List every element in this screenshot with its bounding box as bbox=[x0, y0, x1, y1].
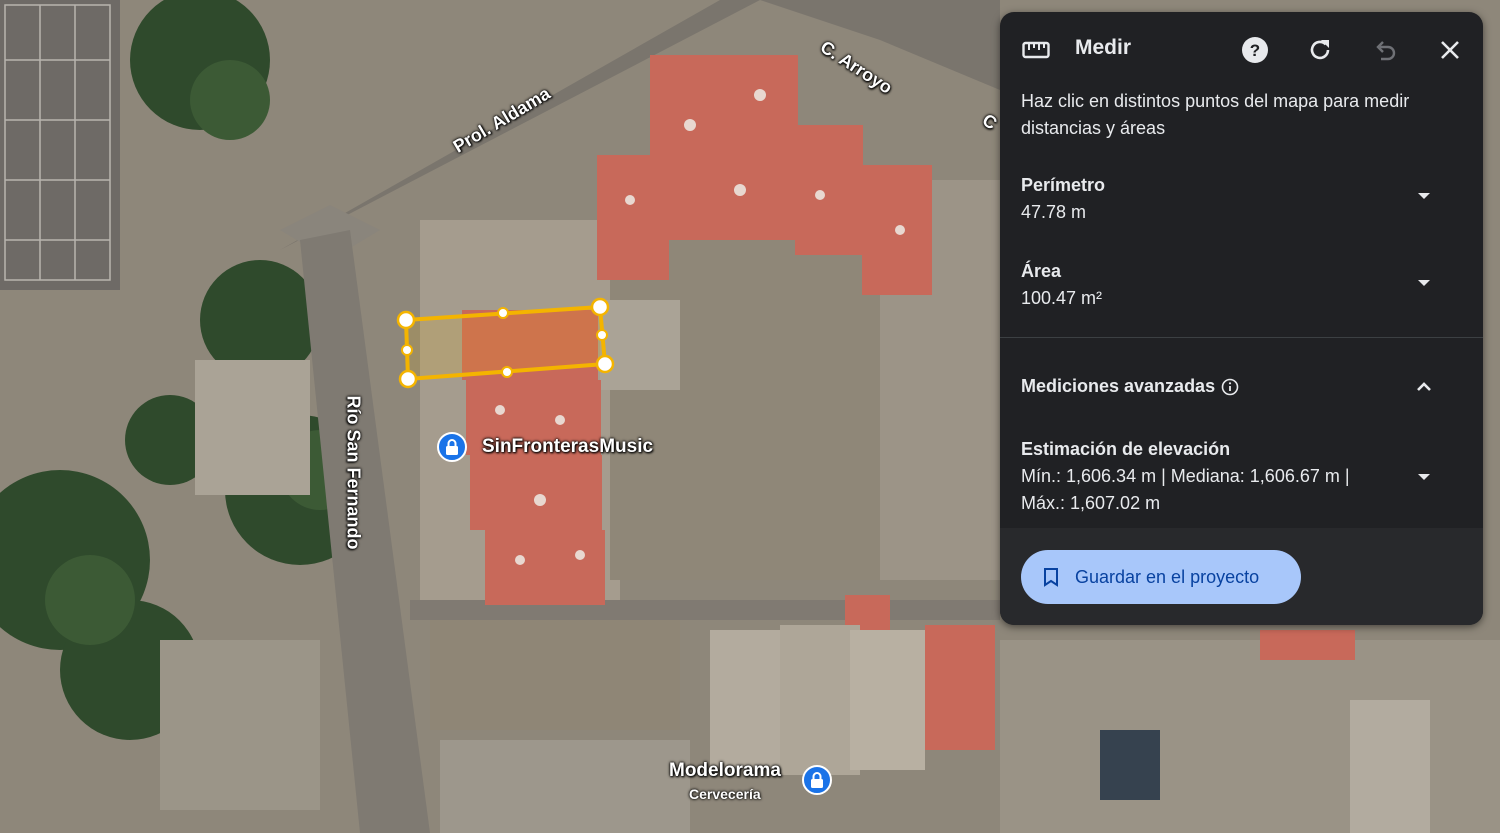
lock-pin-icon[interactable] bbox=[437, 432, 467, 462]
close-icon[interactable] bbox=[1434, 34, 1466, 66]
save-to-project-button[interactable]: Guardar en el proyecto bbox=[1021, 550, 1301, 604]
undo-icon[interactable] bbox=[1369, 34, 1401, 66]
measure-vertex[interactable] bbox=[398, 369, 418, 389]
save-to-project-label: Guardar en el proyecto bbox=[1075, 566, 1260, 587]
advanced-measurements-toggle[interactable]: Mediciones avanzadas bbox=[1021, 376, 1239, 397]
elevation-expand-caret-icon[interactable] bbox=[1413, 466, 1435, 488]
panel-title: Medir bbox=[1075, 36, 1132, 59]
measure-midpoint[interactable] bbox=[401, 344, 413, 356]
panel-divider bbox=[1000, 337, 1483, 338]
area-expand-caret-icon[interactable] bbox=[1413, 272, 1435, 294]
elevation-min-median: Mín.: 1,606.34 m | Mediana: 1,606.67 m | bbox=[1021, 466, 1350, 486]
svg-text:?: ? bbox=[1250, 41, 1260, 60]
poi-category-cerveceria: Cervecería bbox=[689, 786, 761, 802]
perimeter-value: 47.78 m bbox=[1021, 202, 1087, 222]
poi-label-modelorama[interactable]: Modelorama bbox=[669, 760, 781, 782]
refresh-icon[interactable] bbox=[1304, 34, 1336, 66]
advanced-measurements-label: Mediciones avanzadas bbox=[1021, 376, 1216, 396]
measure-vertex[interactable] bbox=[595, 354, 615, 374]
perimeter-label: Perímetro bbox=[1021, 175, 1106, 195]
area-label: Área bbox=[1021, 261, 1062, 281]
elevation-max: Máx.: 1,607.02 m bbox=[1021, 493, 1161, 513]
help-icon[interactable]: ? bbox=[1239, 34, 1271, 66]
measure-vertex[interactable] bbox=[590, 297, 610, 317]
measure-panel: Medir ? Haz clic en distintos puntos del… bbox=[1000, 12, 1483, 625]
measure-midpoint[interactable] bbox=[596, 329, 608, 341]
info-icon[interactable] bbox=[1221, 378, 1239, 396]
chevron-up-icon[interactable] bbox=[1413, 376, 1435, 398]
elevation-estimate-label: Estimación de elevación bbox=[1021, 439, 1231, 459]
measure-midpoint[interactable] bbox=[497, 307, 509, 319]
elevation-values: Mín.: 1,606.34 m | Mediana: 1,606.67 m |… bbox=[1021, 463, 1391, 517]
measure-vertex[interactable] bbox=[396, 310, 416, 330]
poi-label-sinfronterasmusic[interactable]: SinFronterasMusic bbox=[482, 436, 653, 458]
measure-instructions: Haz clic en distintos puntos del mapa pa… bbox=[1021, 91, 1410, 138]
area-value: 100.47 m² bbox=[1021, 288, 1103, 308]
perimeter-expand-caret-icon[interactable] bbox=[1413, 185, 1435, 207]
measure-midpoint[interactable] bbox=[501, 366, 513, 378]
bookmark-icon bbox=[1044, 568, 1058, 587]
ruler-icon bbox=[1020, 34, 1052, 66]
lock-pin-icon[interactable] bbox=[802, 765, 832, 795]
panel-header: Medir ? bbox=[1000, 12, 1483, 86]
street-label-rio-san-fernando: Río San Fernando bbox=[343, 395, 364, 550]
